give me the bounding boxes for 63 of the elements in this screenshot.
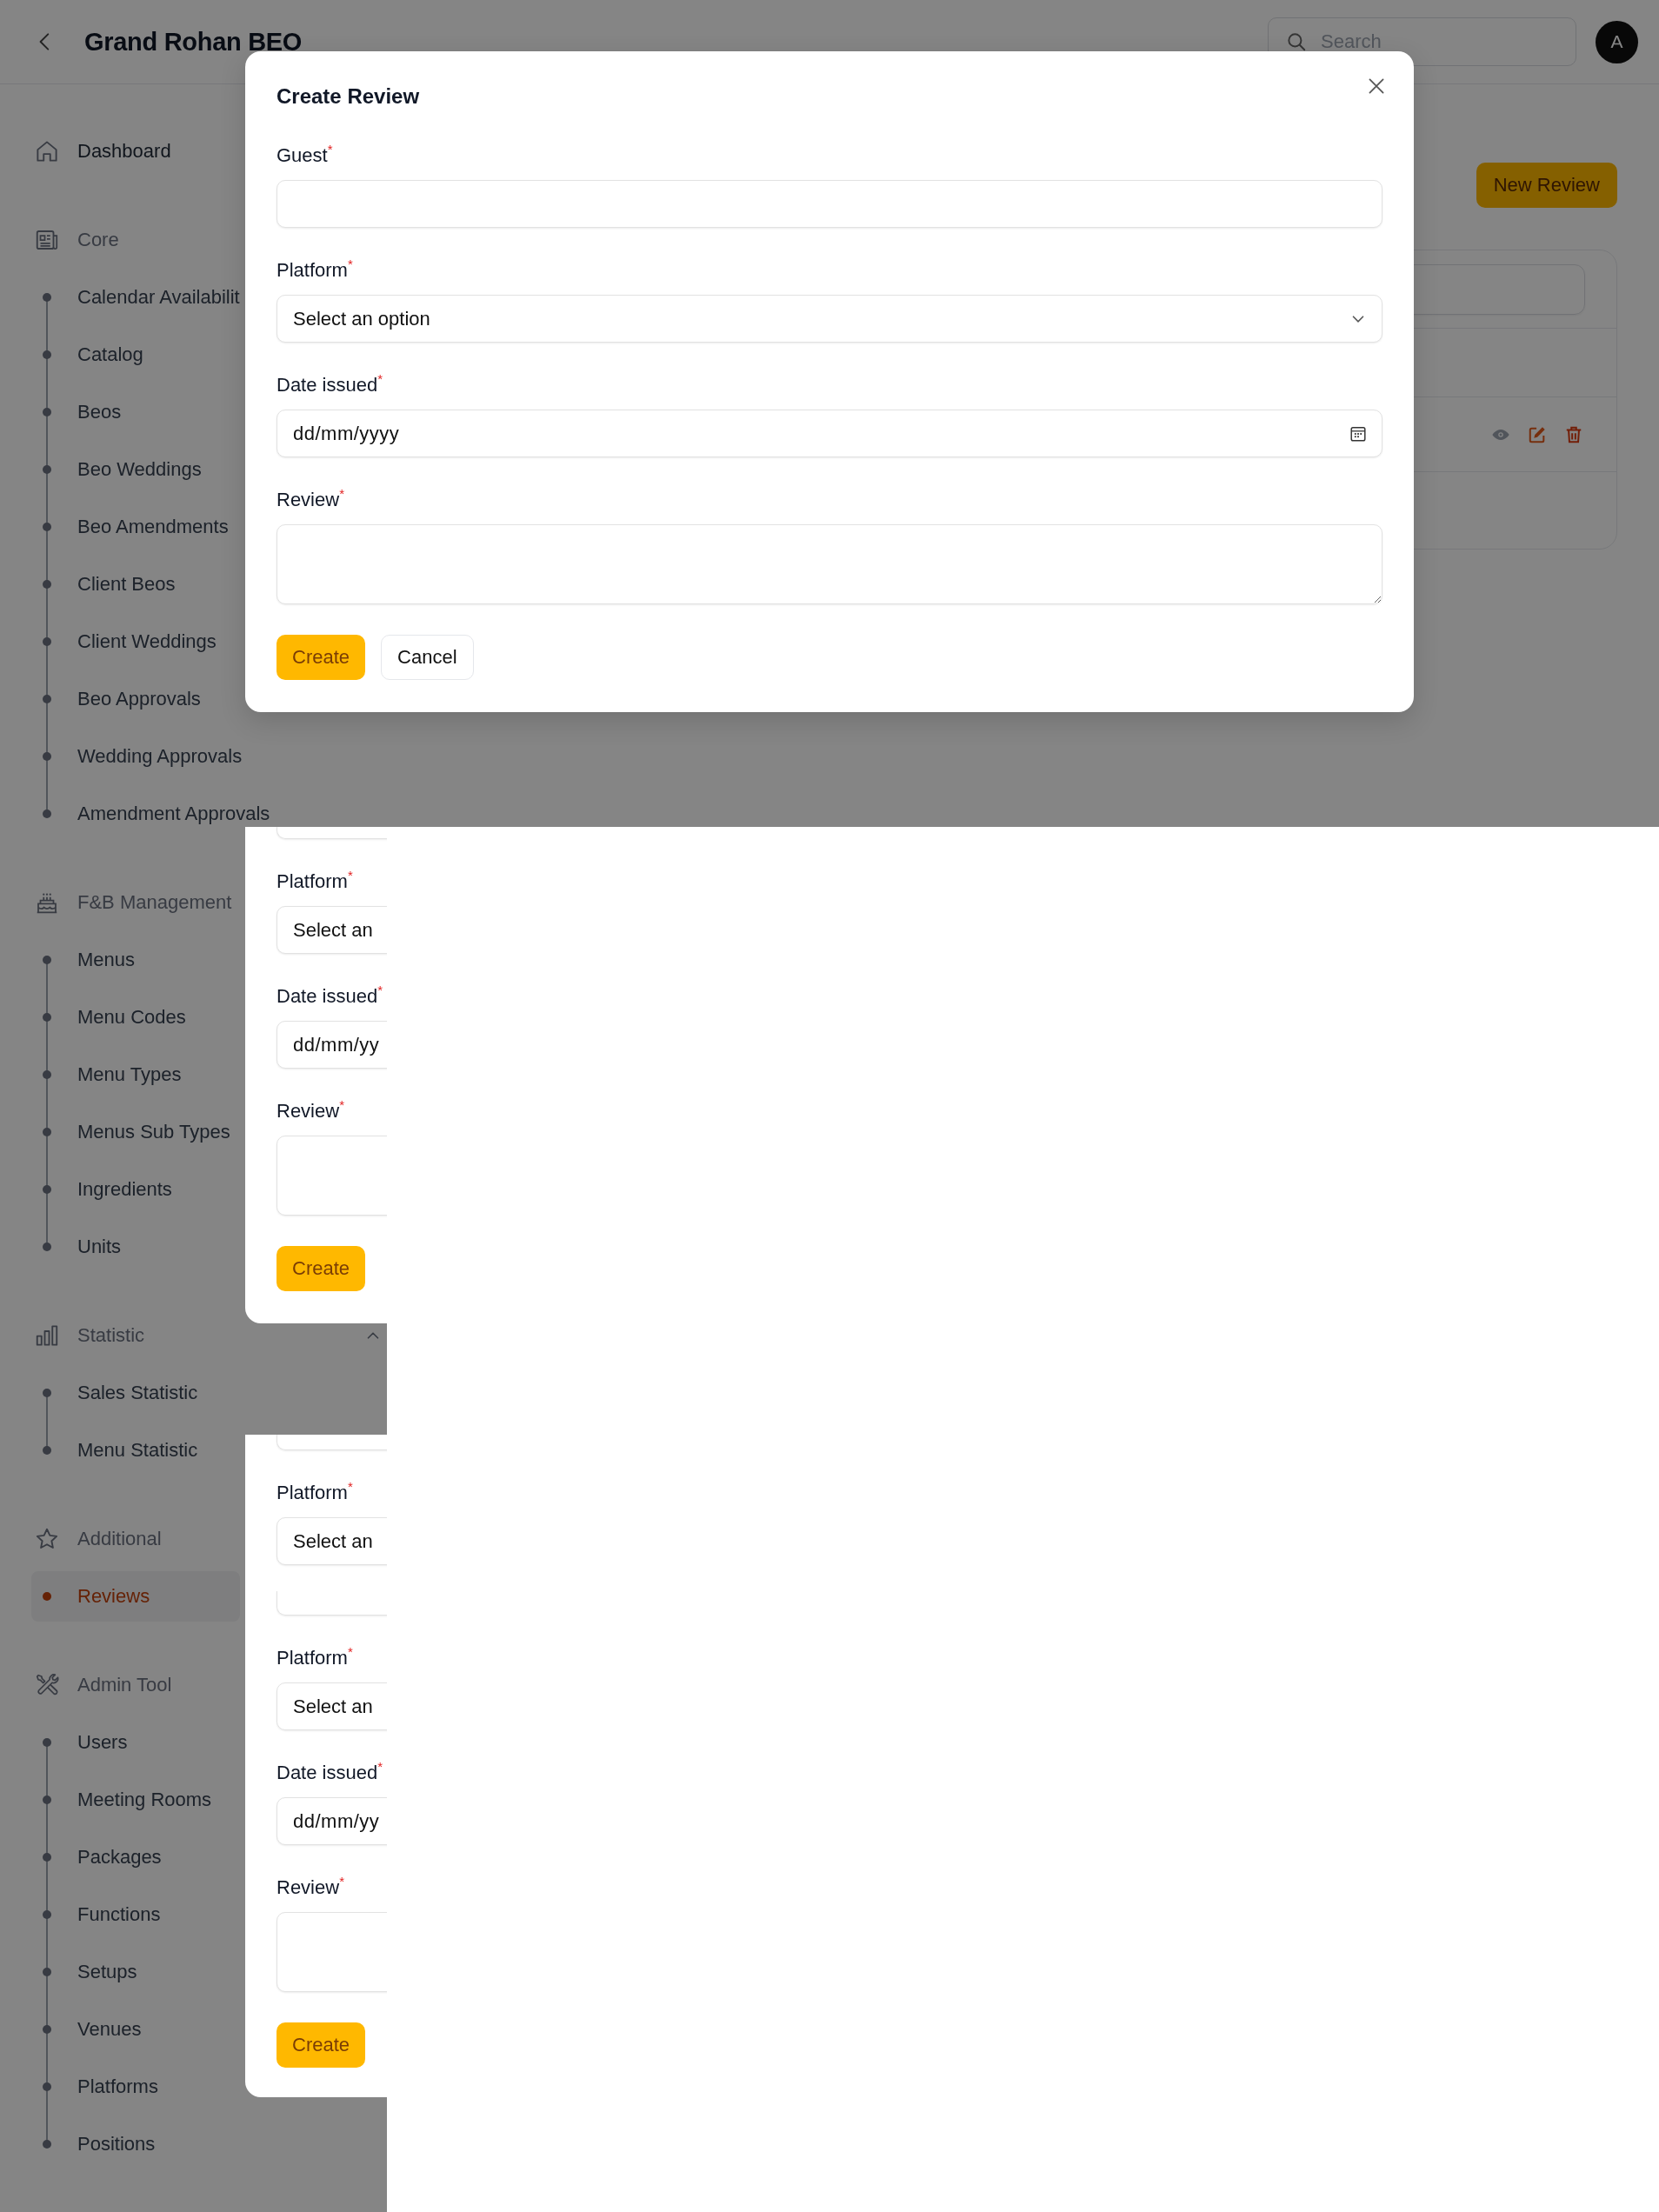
field-label: Review$^{*}$: [276, 1876, 344, 1900]
field-label: Date issued$^{*}$: [276, 373, 383, 397]
trash-icon[interactable]: [1564, 424, 1583, 444]
input-field[interactable]: [276, 180, 1382, 228]
sidebar-item[interactable]: Menus Sub Types: [31, 1107, 240, 1157]
field-label: Platform$^{*}$: [276, 1481, 353, 1505]
date-field[interactable]: dd/mm/yy: [276, 1021, 387, 1069]
field-label: Platform$^{*}$: [276, 258, 353, 283]
sidebar-item[interactable]: Ingredients: [31, 1164, 240, 1215]
section-heading[interactable]: Statistic: [77, 1324, 145, 1347]
sidebar-item[interactable]: Reviews: [31, 1571, 240, 1622]
sidebar-item[interactable]: Functions: [31, 1889, 240, 1940]
sidebar-item[interactable]: Client Beos: [31, 559, 240, 610]
cancel-button[interactable]: Cancel: [381, 635, 474, 680]
select-field[interactable]: Select an: [276, 1517, 387, 1565]
sidebar-item[interactable]: Venues: [31, 2004, 240, 2055]
field-label: Review$^{*}$: [276, 488, 344, 512]
text-area[interactable]: [276, 524, 1382, 604]
field-label: Platform$^{*}$: [276, 869, 353, 894]
sidebar-item[interactable]: Users: [31, 1717, 240, 1768]
sidebar-item[interactable]: Meeting Rooms: [31, 1775, 240, 1825]
sidebar-item[interactable]: Beo Approvals: [31, 674, 240, 724]
create-button[interactable]: Create: [276, 635, 366, 680]
sidebar-item[interactable]: Beos: [31, 387, 240, 437]
sidebar-item[interactable]: Packages: [31, 1832, 240, 1882]
sidebar-item[interactable]: Units: [31, 1222, 240, 1272]
search-icon: [1285, 30, 1308, 53]
bar-chart-icon: [34, 1323, 60, 1349]
sidebar-item[interactable]: Beo Weddings: [31, 444, 240, 495]
select-field[interactable]: Select an: [276, 1682, 387, 1730]
sidebar-item[interactable]: Menu Statistic: [31, 1425, 240, 1476]
sidebar-item[interactable]: Beo Amendments: [31, 502, 240, 552]
create-button[interactable]: Create: [276, 1246, 366, 1291]
field-label: Platform$^{*}$: [276, 1646, 353, 1670]
sidebar-item[interactable]: Menu Types: [31, 1049, 240, 1100]
sidebar-item[interactable]: Sales Statistic: [31, 1368, 240, 1418]
app-title: Grand Rohan BEO: [84, 27, 303, 57]
select-field[interactable]: Select an: [276, 906, 387, 954]
sidebar-item[interactable]: Catalog: [31, 330, 240, 380]
section-heading[interactable]: Core: [77, 229, 119, 251]
sidebar-item[interactable]: Menu Codes: [31, 992, 240, 1043]
field-label: Guest$^{*}$: [276, 143, 333, 168]
new-review-button[interactable]: New Review: [1476, 163, 1617, 208]
avatar[interactable]: A: [1596, 20, 1638, 63]
section-heading[interactable]: Additional: [77, 1528, 162, 1550]
select-field[interactable]: Select an option: [276, 295, 1382, 343]
date-field[interactable]: dd/mm/yy: [276, 1797, 387, 1845]
sidebar-item[interactable]: Setups: [31, 1947, 240, 1997]
section-heading[interactable]: Admin Tool: [77, 1674, 172, 1696]
date-field[interactable]: dd/mm/yyyy: [276, 410, 1382, 457]
sidebar-item[interactable]: Platforms: [31, 2062, 240, 2112]
sidebar-item[interactable]: Positions: [31, 2119, 240, 2169]
sidebar-item[interactable]: Menus: [31, 935, 240, 985]
field-label: Date issued$^{*}$: [276, 984, 383, 1009]
section-heading[interactable]: F&B Management: [77, 891, 232, 914]
field-label: Review$^{*}$: [276, 1099, 344, 1123]
sidebar-item[interactable]: Calendar Availabilit: [31, 272, 240, 323]
sidebar-item[interactable]: Client Weddings: [31, 616, 240, 667]
sidebar-item[interactable]: Wedding Approvals: [31, 731, 243, 782]
dialog-title: Create Review: [276, 84, 420, 109]
create-button[interactable]: Create: [276, 2022, 366, 2068]
field-label: Date issued$^{*}$: [276, 1761, 383, 1785]
sidebar-item[interactable]: Amendment Approvals: [31, 789, 270, 839]
